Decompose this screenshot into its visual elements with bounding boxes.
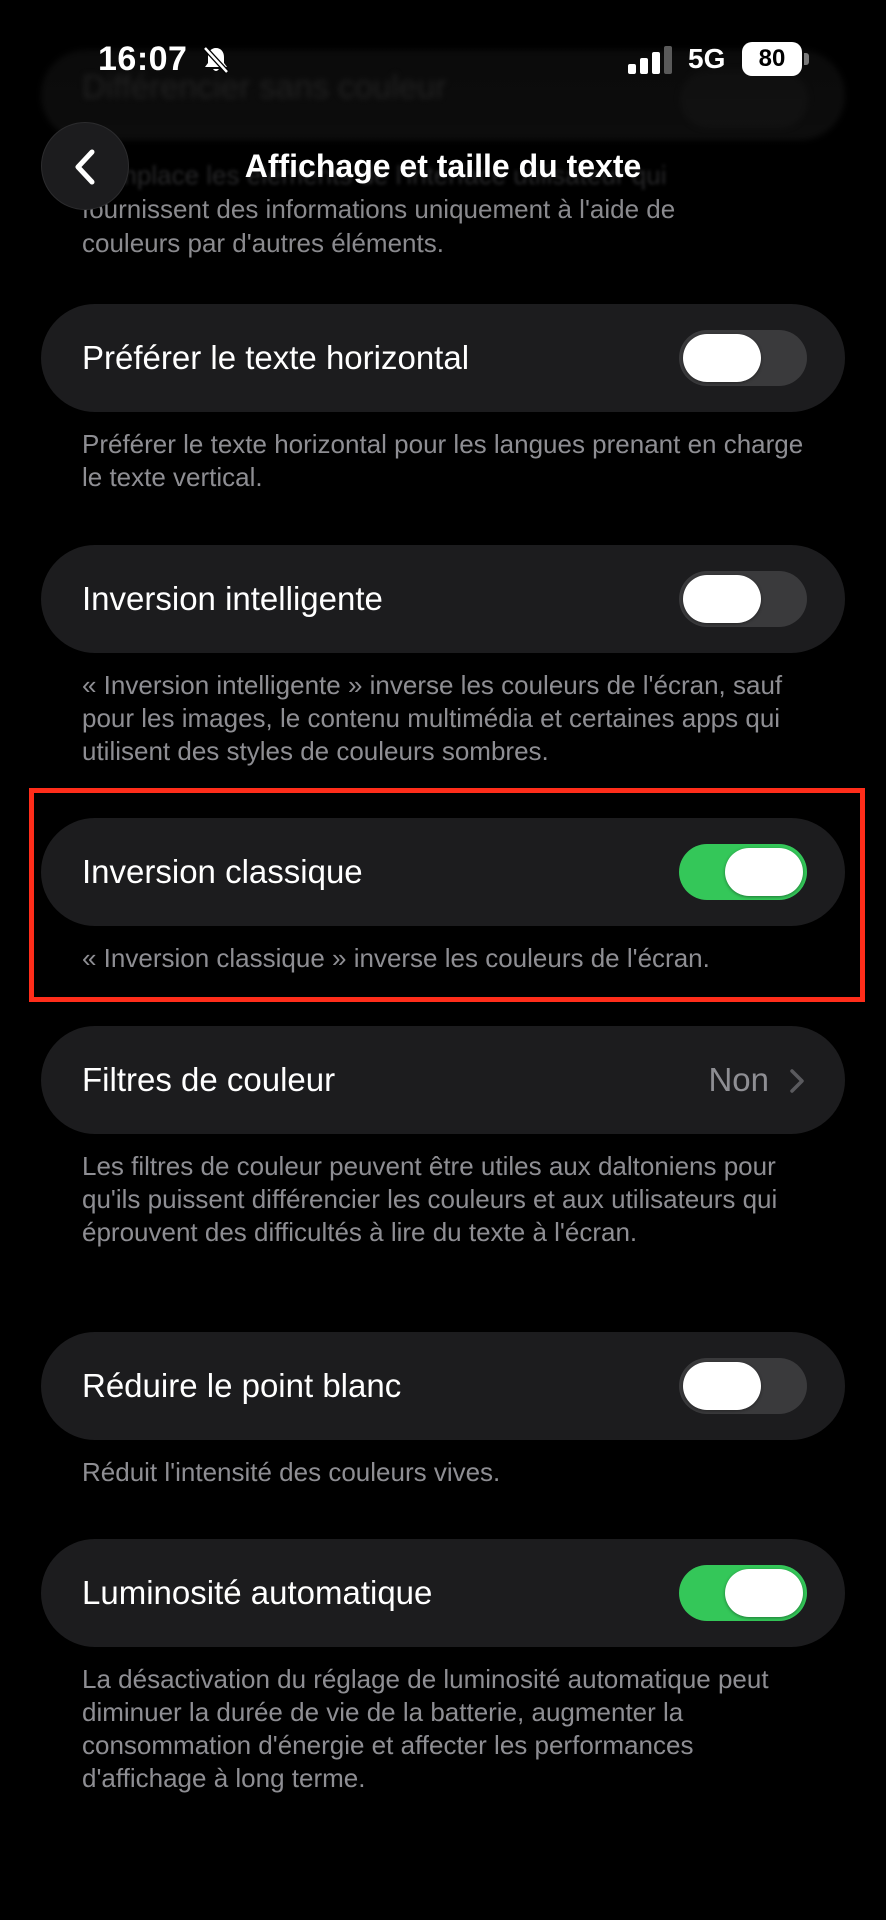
chevron-right-icon: [790, 1069, 804, 1093]
smart-invert-toggle[interactable]: [679, 571, 807, 627]
setting-row-auto-brightness[interactable]: Luminosité automatique: [41, 1539, 845, 1647]
network-type: 5G: [688, 43, 726, 74]
toggle-knob: [683, 1362, 761, 1410]
setting-row-reduce-white-point[interactable]: Réduire le point blanc: [41, 1332, 845, 1440]
setting-label: Inversion intelligente: [82, 580, 383, 617]
toggle-knob: [725, 1569, 803, 1617]
setting-row-classic-invert[interactable]: Inversion classique: [41, 818, 845, 926]
setting-description: « Inversion intelligente » inverse les c…: [82, 670, 783, 766]
page-title: Affichage et taille du texte: [244, 148, 642, 184]
toggle-knob: [683, 334, 761, 382]
ghost-toggle: [680, 70, 808, 128]
setting-row-prefer-horizontal-text[interactable]: Préférer le texte horizontal: [41, 304, 845, 412]
setting-label: Filtres de couleur: [82, 1061, 336, 1098]
ghost-desc-line-3: couleurs par d'autres éléments.: [82, 228, 444, 258]
cellular-signal-icon: [628, 46, 672, 74]
classic-invert-toggle[interactable]: [679, 844, 807, 900]
toggle-knob: [725, 848, 803, 896]
toggle-knob: [683, 575, 761, 623]
setting-row-smart-invert[interactable]: Inversion intelligente: [41, 545, 845, 653]
battery-indicator: 80: [742, 42, 802, 76]
status-time: 16:07: [98, 40, 188, 78]
setting-row-color-filters[interactable]: Filtres de couleur Non: [41, 1026, 845, 1134]
setting-description: La désactivation du réglage de luminosit…: [82, 1664, 769, 1793]
setting-label: Inversion classique: [82, 853, 363, 890]
setting-description: Réduit l'intensité des couleurs vives.: [82, 1457, 501, 1487]
setting-label: Luminosité automatique: [82, 1574, 433, 1611]
setting-value: Non: [708, 1061, 769, 1098]
battery-cap: [804, 53, 809, 65]
ghost-desc-line-2: fournissent des informations uniquement …: [82, 194, 676, 224]
setting-description: Les filtres de couleur peuvent être util…: [82, 1151, 778, 1247]
setting-label: Préférer le texte horizontal: [82, 339, 470, 376]
setting-label: Réduire le point blanc: [82, 1367, 402, 1404]
reduce-white-point-toggle[interactable]: [679, 1358, 807, 1414]
setting-description: Préférer le texte horizontal pour les la…: [82, 429, 804, 492]
prefer-horizontal-text-toggle[interactable]: [679, 330, 807, 386]
bell-slash-icon: [203, 46, 229, 74]
auto-brightness-toggle[interactable]: [679, 1565, 807, 1621]
setting-description: « Inversion classique » inverse les coul…: [82, 943, 710, 973]
